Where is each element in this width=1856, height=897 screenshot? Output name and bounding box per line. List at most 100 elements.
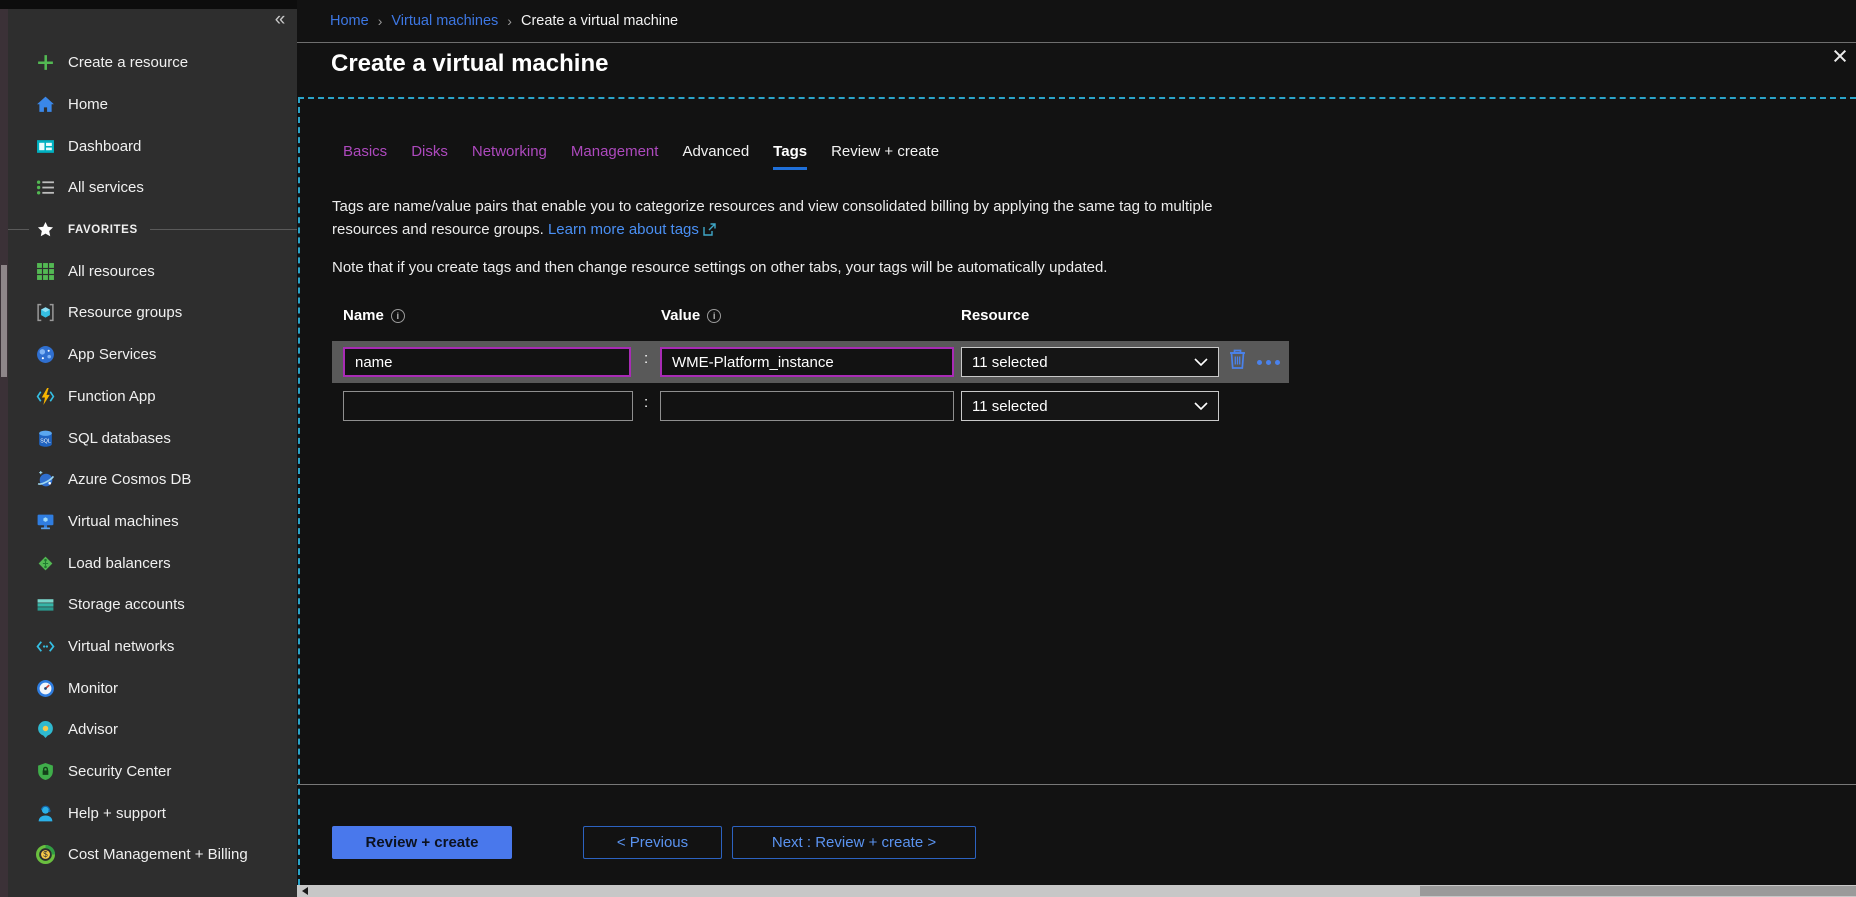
sidebar-item-virtual-machines[interactable]: Virtual machines xyxy=(8,501,297,543)
home-icon xyxy=(35,95,55,115)
horizontal-scrollbar[interactable] xyxy=(297,885,1856,897)
sidebar-item-label: Monitor xyxy=(68,680,118,697)
tab-management[interactable]: Management xyxy=(571,143,659,170)
previous-button[interactable]: < Previous xyxy=(583,826,722,859)
sidebar-item-create-a-resource[interactable]: Create a resource xyxy=(8,42,297,84)
sidebar-item-dashboard[interactable]: Dashboard xyxy=(8,125,297,167)
sidebar-item-monitor[interactable]: Monitor xyxy=(8,667,297,709)
colon-separator: : xyxy=(644,394,648,411)
tag-value-input[interactable] xyxy=(660,347,954,377)
tags-description: Tags are name/value pairs that enable yo… xyxy=(332,196,1280,243)
support-icon xyxy=(35,803,55,823)
sidebar-item-label: FAVORITES xyxy=(68,224,138,236)
tab-basics[interactable]: Basics xyxy=(343,143,387,170)
sidebar-item-azure-cosmos-db[interactable]: Azure Cosmos DB xyxy=(8,459,297,501)
balancer-icon xyxy=(35,553,55,573)
sidebar: Create a resourceHome Dashboard All servic… xyxy=(8,0,297,897)
cost-icon: $ xyxy=(35,845,55,865)
sidebar-item-app-services[interactable]: App Services xyxy=(8,334,297,376)
horizontal-scrollbar-thumb[interactable] xyxy=(1420,886,1856,896)
sidebar-item-cost-management-billing[interactable]: $ Cost Management + Billing xyxy=(8,834,297,876)
star-icon xyxy=(35,220,55,240)
info-icon[interactable]: i xyxy=(391,309,405,323)
resource-dropdown[interactable]: 11 selected xyxy=(961,391,1219,421)
advisor-icon xyxy=(35,720,55,740)
sidebar-item-label: Cost Management + Billing xyxy=(68,846,248,863)
delete-tag-icon[interactable] xyxy=(1228,348,1247,376)
page-title: Create a virtual machine xyxy=(331,50,608,78)
sidebar-item-all-resources[interactable]: All resources xyxy=(8,250,297,292)
database-icon: SQL xyxy=(35,428,55,448)
sidebar-item-label: Resource groups xyxy=(68,304,182,321)
sidebar-scrollbar-thumb[interactable] xyxy=(1,265,7,377)
external-link-icon xyxy=(703,221,716,244)
sidebar-item-label: All resources xyxy=(68,263,155,280)
sidebar-item-virtual-networks[interactable]: Virtual networks xyxy=(8,626,297,668)
tab-advanced[interactable]: Advanced xyxy=(682,143,749,170)
resource-dropdown[interactable]: 11 selected xyxy=(961,347,1219,377)
sidebar-item-label: App Services xyxy=(68,346,156,363)
sidebar-collapse-icon[interactable]: « xyxy=(268,8,292,32)
tag-name-input[interactable] xyxy=(343,347,631,377)
azure-portal-window: Create a resourceHomeDashboardAll servic… xyxy=(0,0,1856,897)
tags-description-text: Tags are name/value pairs that enable yo… xyxy=(332,198,1213,238)
breadcrumb-separator: › xyxy=(507,13,512,29)
sidebar-item-sql-databases[interactable]: SQL SQL databases xyxy=(8,417,297,459)
sidebar-item-label: Azure Cosmos DB xyxy=(68,471,191,488)
tab-networking[interactable]: Networking xyxy=(472,143,547,170)
sidebar-item-label: Storage accounts xyxy=(68,596,185,613)
sidebar-item-advisor[interactable]: Advisor xyxy=(8,709,297,751)
column-header-value: Value i xyxy=(661,307,721,324)
sidebar-item-storage-accounts[interactable]: Storage accounts xyxy=(8,584,297,626)
sidebar-item-label: Virtual networks xyxy=(68,638,174,655)
shield-icon xyxy=(35,762,55,782)
sidebar-item-favorites: FAVORITES xyxy=(8,209,297,251)
column-header-name: Name i xyxy=(343,307,405,324)
dashboard-icon xyxy=(35,136,55,156)
info-icon[interactable]: i xyxy=(707,309,721,323)
breadcrumb-separator: › xyxy=(378,13,383,29)
sidebar-item-security-center[interactable]: Security Center xyxy=(8,751,297,793)
lightning-icon xyxy=(35,386,55,406)
chevron-down-icon xyxy=(1194,398,1208,415)
tag-value-input[interactable] xyxy=(660,391,954,421)
sidebar-item-home[interactable]: Home xyxy=(8,84,297,126)
next-button[interactable]: Next : Review + create > xyxy=(732,826,976,859)
sidebar-item-function-app[interactable]: Function App xyxy=(8,376,297,418)
sidebar-top-bar xyxy=(0,0,297,9)
sidebar-item-label: Function App xyxy=(68,388,156,405)
breadcrumb-item[interactable]: Home xyxy=(330,13,369,29)
sidebar-item-label: Load balancers xyxy=(68,555,171,572)
sidebar-item-help-support[interactable]: Help + support xyxy=(8,792,297,834)
grid-icon xyxy=(35,261,55,281)
tab-disks[interactable]: Disks xyxy=(411,143,448,170)
globe-icon xyxy=(35,345,55,365)
learn-more-link[interactable]: Learn more about tags xyxy=(548,221,699,238)
review-create-button[interactable]: Review + create xyxy=(332,826,512,859)
sidebar-item-label: Help + support xyxy=(68,805,166,822)
svg-text:$: $ xyxy=(43,851,48,860)
sidebar-item-resource-groups[interactable]: Resource groups xyxy=(8,292,297,334)
breadcrumb-item[interactable]: Virtual machines xyxy=(391,13,498,29)
list-icon xyxy=(35,178,55,198)
cube-icon xyxy=(35,303,55,323)
monitor-icon xyxy=(35,511,55,531)
sidebar-scrollbar-track[interactable] xyxy=(0,0,8,897)
breadcrumb-item: Create a virtual machine xyxy=(521,13,678,29)
plus-icon xyxy=(35,53,55,73)
close-icon[interactable]: × xyxy=(1826,42,1854,70)
sidebar-item-load-balancers[interactable]: Load balancers xyxy=(8,542,297,584)
sidebar-item-label: Advisor xyxy=(68,721,118,738)
column-header-resource: Resource xyxy=(961,307,1029,324)
chevron-down-icon xyxy=(1194,354,1208,371)
sidebar-item-all-services[interactable]: All services xyxy=(8,167,297,209)
tab-review-create[interactable]: Review + create xyxy=(831,143,939,170)
planet-icon xyxy=(35,470,55,490)
tag-name-input[interactable] xyxy=(343,391,633,421)
storage-icon xyxy=(35,595,55,615)
scroll-left-arrow-icon[interactable] xyxy=(302,887,308,895)
more-actions-icon[interactable] xyxy=(1257,360,1280,365)
sidebar-item-label: SQL databases xyxy=(68,430,171,447)
sidebar-item-label: Dashboard xyxy=(68,138,141,155)
tab-tags[interactable]: Tags xyxy=(773,143,807,170)
